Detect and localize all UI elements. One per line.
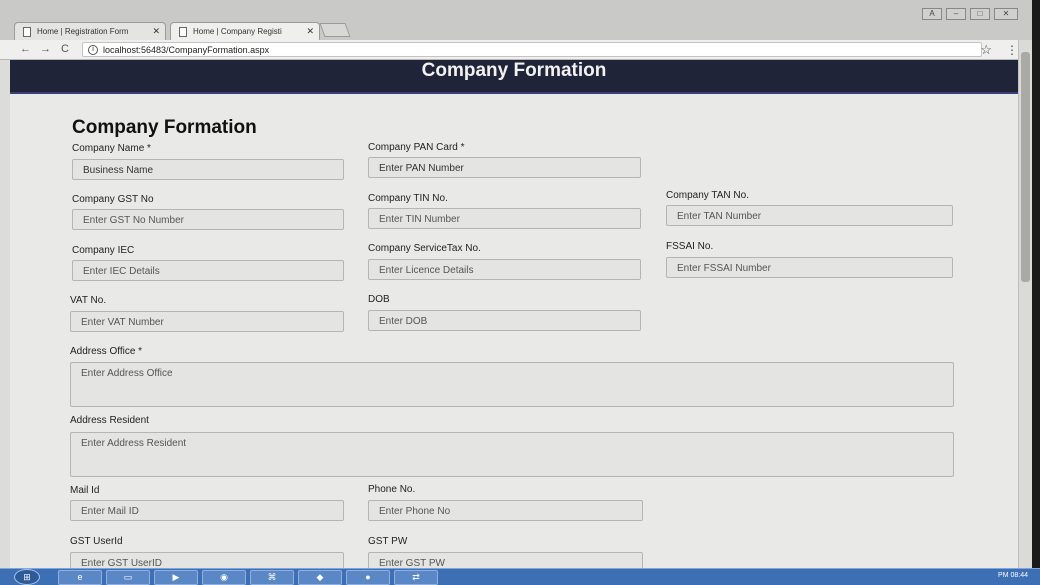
company-servicetax-label: Company ServiceTax No. <box>368 243 481 254</box>
menu-icon[interactable]: ⋮ <box>1006 43 1018 57</box>
dob-label: DOB <box>368 294 390 305</box>
gst-userid-label: GST UserId <box>70 536 123 547</box>
mail-id-input[interactable]: Enter Mail ID <box>70 500 344 521</box>
window-user-icon[interactable]: A <box>922 8 942 20</box>
vat-label: VAT No. <box>70 295 107 306</box>
company-pan-label: Company PAN Card * <box>368 142 465 153</box>
page-scrollbar[interactable] <box>1018 40 1032 570</box>
chrome-icon[interactable]: ◉ <box>202 570 246 585</box>
tab-title: Home | Registration Form <box>37 27 129 36</box>
page-icon <box>179 27 187 37</box>
taskbar-clock: PM 08:44 <box>998 572 1028 579</box>
start-button-icon[interactable]: ⊞ <box>14 569 40 585</box>
network-icon[interactable]: ⌘ <box>250 570 294 585</box>
page-icon <box>23 27 31 37</box>
screen: Home | Registration Form ✕ Home | Compan… <box>0 0 1040 585</box>
reload-icon[interactable]: C <box>61 43 69 55</box>
company-tin-label: Company TIN No. <box>368 193 448 204</box>
form-title: Company Formation <box>72 117 257 138</box>
phone-no-label: Phone No. <box>368 484 416 495</box>
company-name-label: Company Name * <box>72 143 151 154</box>
company-tan-input[interactable]: Enter TAN Number <box>666 205 953 226</box>
visual-studio-icon[interactable]: ◆ <box>298 570 342 585</box>
address-resident-label: Address Resident <box>70 415 149 426</box>
company-name-input[interactable]: Business Name <box>72 159 344 180</box>
page-header-title: Company Formation <box>421 60 607 81</box>
company-iec-label: Company IEC <box>72 245 135 256</box>
company-iec-input[interactable]: Enter IEC Details <box>72 260 344 281</box>
page-header: Company Formation <box>10 60 1018 94</box>
url-input[interactable]: i localhost:56483/CompanyFormation.aspx <box>82 42 982 57</box>
vat-input[interactable]: Enter VAT Number <box>70 311 344 332</box>
close-window-icon[interactable]: ✕ <box>994 8 1018 20</box>
company-tin-input[interactable]: Enter TIN Number <box>368 208 641 229</box>
address-bar: ← → C i localhost:56483/CompanyFormation… <box>0 40 1040 60</box>
web-page: Company Formation Company Formation Comp… <box>10 60 1018 570</box>
mail-id-label: Mail Id <box>70 485 100 496</box>
ie-icon[interactable]: e <box>58 570 102 585</box>
close-tab-icon[interactable]: ✕ <box>152 26 160 37</box>
folder-icon[interactable]: ▭ <box>106 570 150 585</box>
screen-edge <box>1032 0 1040 585</box>
company-servicetax-input[interactable]: Enter Licence Details <box>368 259 641 280</box>
address-resident-textarea[interactable]: Enter Address Resident <box>70 432 954 477</box>
scrollbar-thumb[interactable] <box>1021 52 1030 282</box>
address-office-label: Address Office * <box>70 346 143 357</box>
bookmark-star-icon[interactable]: ☆ <box>980 42 992 58</box>
back-icon[interactable]: ← <box>20 43 31 55</box>
dob-input[interactable]: Enter DOB <box>368 310 641 331</box>
teamviewer-icon[interactable]: ⇄ <box>394 570 438 585</box>
company-tan-label: Company TAN No. <box>666 190 749 201</box>
fssai-input[interactable]: Enter FSSAI Number <box>666 257 953 278</box>
sticky-notes-icon[interactable]: ● <box>346 570 390 585</box>
close-tab-icon[interactable]: ✕ <box>306 26 314 37</box>
url-text: localhost:56483/CompanyFormation.aspx <box>103 45 270 55</box>
address-office-textarea[interactable]: Enter Address Office <box>70 362 954 407</box>
forward-icon[interactable]: → <box>40 43 51 55</box>
company-gst-label: Company GST No <box>72 194 154 205</box>
gst-pw-label: GST PW <box>368 536 408 547</box>
fssai-label: FSSAI No. <box>666 241 714 252</box>
media-player-icon[interactable]: ▶ <box>154 570 198 585</box>
phone-no-input[interactable]: Enter Phone No <box>368 500 643 521</box>
company-pan-input[interactable]: Enter PAN Number <box>368 157 641 178</box>
maximize-icon[interactable]: □ <box>970 8 990 20</box>
tab-registration-form[interactable]: Home | Registration Form ✕ <box>14 22 166 40</box>
tab-title: Home | Company Registi <box>193 27 282 36</box>
info-icon[interactable]: i <box>88 45 98 55</box>
minimize-icon[interactable]: – <box>946 8 966 20</box>
company-gst-input[interactable]: Enter GST No Number <box>72 209 344 230</box>
tab-company-registration[interactable]: Home | Company Registi ✕ <box>170 22 320 40</box>
new-tab-button[interactable] <box>319 23 351 37</box>
taskbar: ⊞ e ▭ ▶ ◉ ⌘ ◆ ● ⇄ PM 08:44 <box>0 568 1040 585</box>
browser-tabstrip: Home | Registration Form ✕ Home | Compan… <box>0 0 1040 40</box>
